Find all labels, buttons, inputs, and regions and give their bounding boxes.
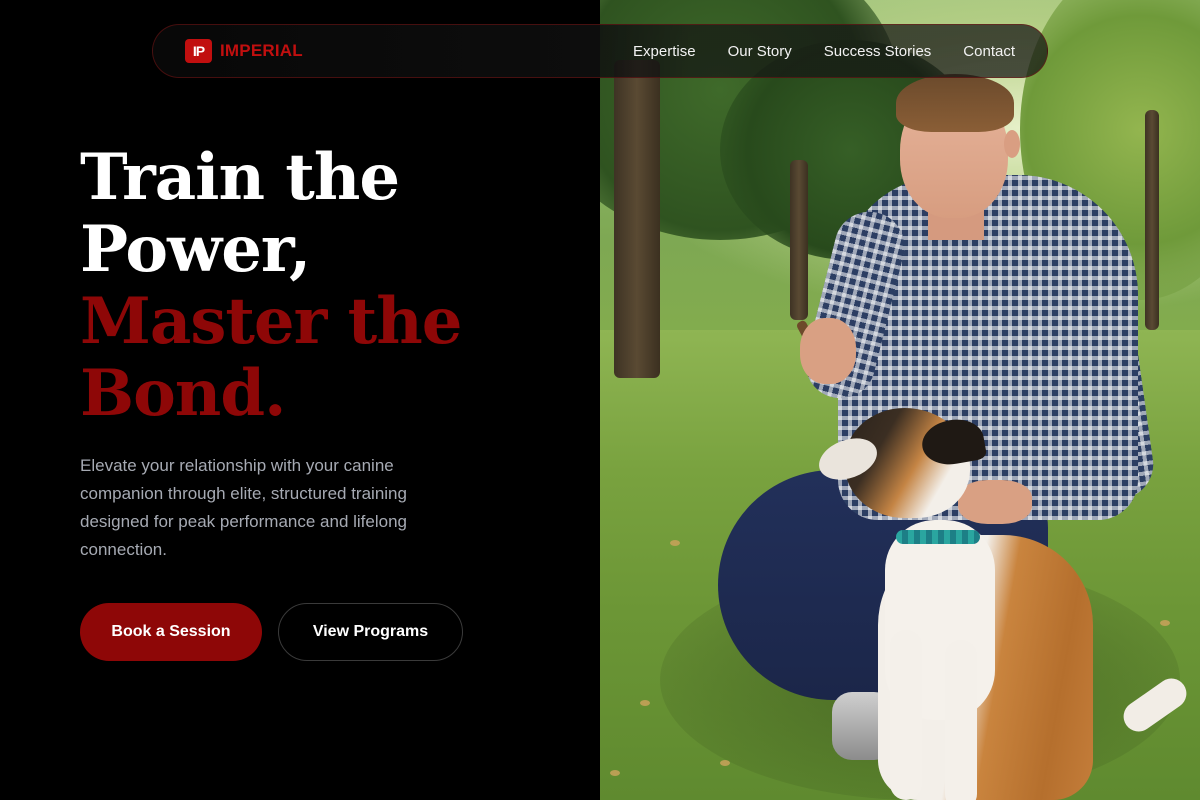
fallen-leaf <box>1160 620 1170 626</box>
nav-link-expertise[interactable]: Expertise <box>633 43 696 60</box>
hero-title-line: Train the <box>80 140 400 215</box>
man-hand <box>958 480 1032 524</box>
dog-collar <box>896 530 980 544</box>
nav-link-contact[interactable]: Contact <box>963 43 1015 60</box>
brand-logo-link[interactable]: IP IMPERIAL <box>185 39 303 63</box>
tree-trunk <box>790 160 808 320</box>
hero-description: Elevate your relationship with your cani… <box>80 456 407 559</box>
fallen-leaf <box>610 770 620 776</box>
dog-leg <box>945 640 977 800</box>
nav-links: Expertise Our Story Success Stories Cont… <box>633 43 1015 60</box>
hero-title-accent-line: Bond. <box>80 356 286 431</box>
man-hand <box>800 318 856 384</box>
hero-title-accent-line: Master the <box>80 284 462 359</box>
tree-trunk <box>1145 110 1159 330</box>
fallen-leaf <box>640 700 650 706</box>
top-navigation-bar: IP IMPERIAL Expertise Our Story Success … <box>152 24 1048 78</box>
fallen-leaf <box>670 540 680 546</box>
fallen-leaf <box>720 760 730 766</box>
hero-photo-man-training-dog <box>600 0 1200 800</box>
nav-link-our-story[interactable]: Our Story <box>728 43 792 60</box>
brand-name: IMPERIAL <box>220 41 303 60</box>
brand-logo-mark: IP <box>185 39 212 63</box>
nav-link-success-stories[interactable]: Success Stories <box>824 43 932 60</box>
hero-title-line: Power, <box>80 212 311 287</box>
man-ear <box>1004 130 1020 158</box>
man-hair <box>896 74 1014 132</box>
view-programs-button[interactable]: View Programs <box>278 603 463 661</box>
dog-leg <box>890 630 922 800</box>
hero-title: Train the Power, Master the Bond. <box>80 142 580 430</box>
book-session-button[interactable]: Book a Session <box>80 603 262 661</box>
tree-trunk <box>614 60 660 378</box>
